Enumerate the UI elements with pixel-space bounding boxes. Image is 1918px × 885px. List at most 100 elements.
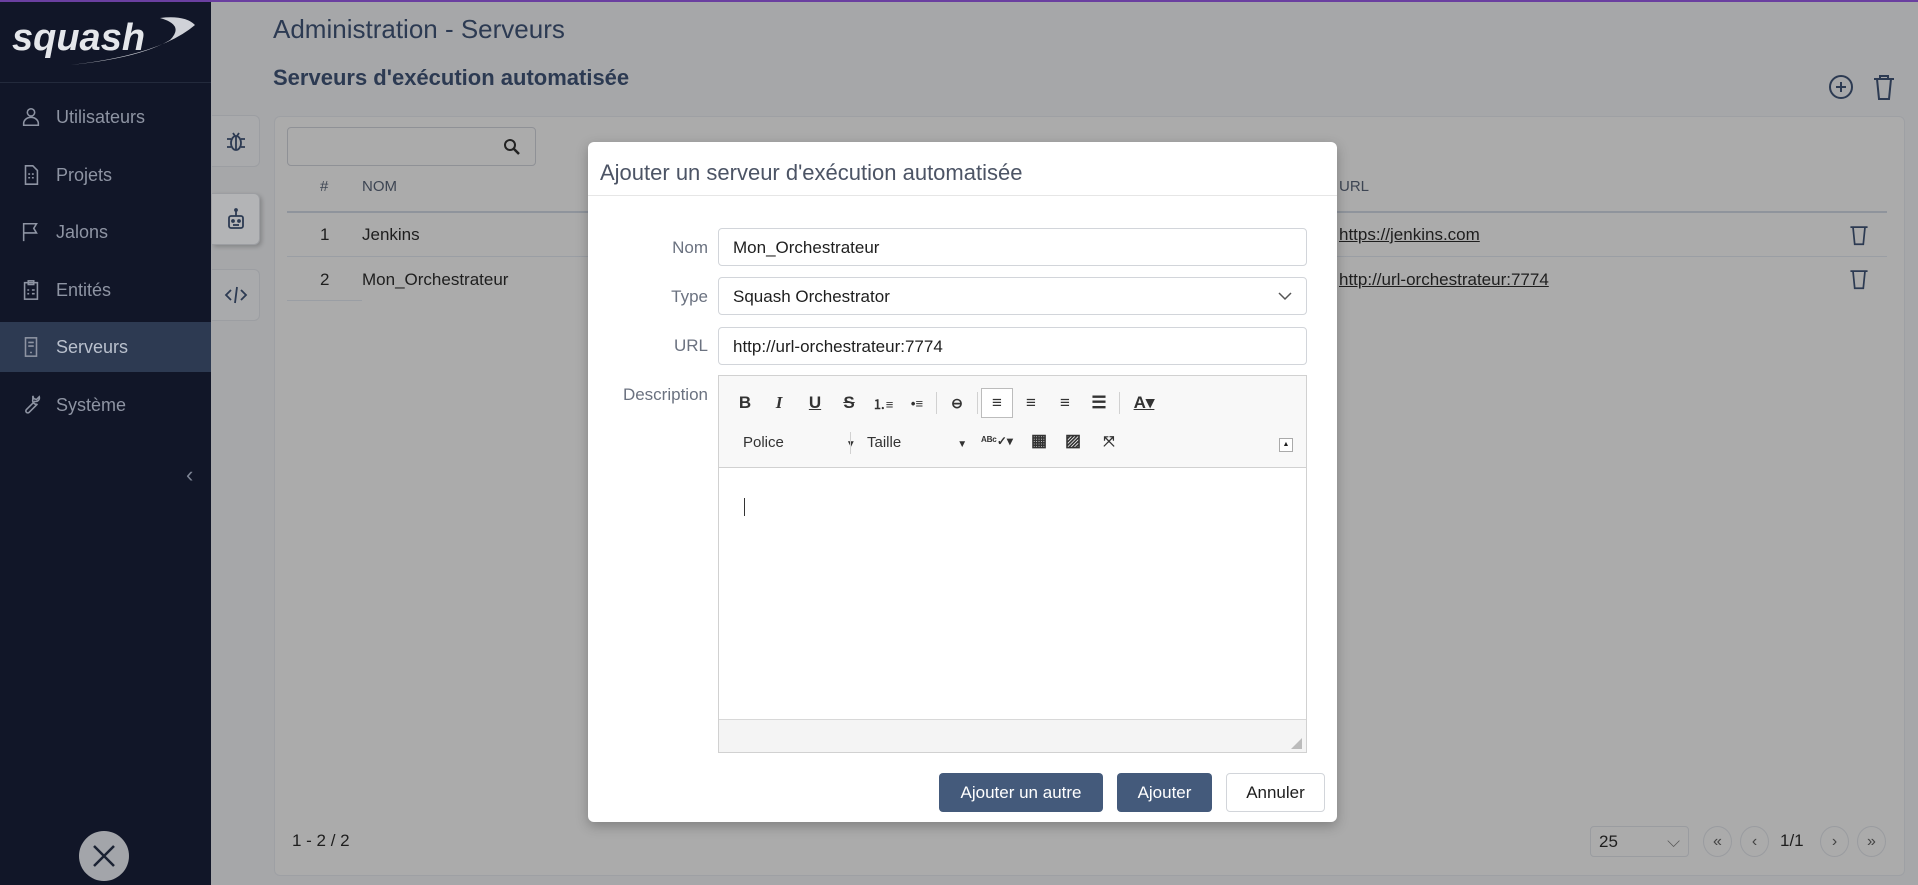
- previous-page-button[interactable]: ‹: [1740, 826, 1769, 857]
- tab-scm-servers[interactable]: [212, 269, 260, 321]
- toolbar-separator: [1119, 392, 1120, 414]
- first-page-button[interactable]: «: [1703, 826, 1732, 857]
- justify-icon[interactable]: ☰: [1083, 388, 1115, 418]
- nav-label: Entités: [56, 279, 112, 300]
- font-label: Police: [743, 434, 784, 451]
- document-icon: [24, 165, 39, 185]
- link-icon[interactable]: ⊖: [941, 388, 973, 418]
- type-select[interactable]: Squash Orchestrator: [718, 277, 1307, 315]
- size-label: Taille: [867, 434, 902, 451]
- close-icon: [93, 845, 115, 867]
- robot-icon: [227, 208, 244, 229]
- search-icon: [504, 139, 520, 155]
- table-icon[interactable]: ▦: [1023, 426, 1055, 456]
- page-size-value: 25: [1599, 832, 1618, 851]
- maximize-icon[interactable]: ⤧: [1093, 426, 1125, 456]
- url-label: URL: [673, 336, 708, 355]
- image-icon[interactable]: ▨: [1057, 426, 1089, 456]
- sidebar-item-systeme[interactable]: Système: [0, 380, 211, 430]
- row-name: Mon_Orchestrateur: [362, 270, 509, 289]
- add-another-button[interactable]: Ajouter un autre: [939, 773, 1103, 812]
- delete-row-trash-icon[interactable]: [1847, 266, 1871, 290]
- squash-logo: squash: [12, 17, 195, 65]
- add-server-plus-icon[interactable]: [1827, 73, 1855, 101]
- resize-handle-icon[interactable]: [1291, 738, 1302, 749]
- font-dropdown[interactable]: Police▼: [743, 434, 856, 451]
- wrench-icon: [25, 395, 41, 414]
- nav-label: Jalons: [56, 221, 109, 242]
- result-count: 1 - 2 / 2: [292, 831, 350, 850]
- clipboard-icon: [23, 280, 39, 300]
- row-url-link[interactable]: https://jenkins.com: [1339, 225, 1480, 245]
- page-size-select[interactable]: 25 ⌵: [1590, 826, 1689, 857]
- align-center-icon[interactable]: ≡: [1015, 388, 1047, 418]
- page-title: Administration - Serveurs: [273, 14, 565, 44]
- spellcheck-icon[interactable]: ᴬᴮᶜ✓▾: [977, 426, 1017, 456]
- code-icon: [224, 286, 247, 304]
- cancel-button[interactable]: Annuler: [1226, 773, 1325, 812]
- underline-icon[interactable]: U: [799, 388, 831, 418]
- next-page-button[interactable]: ›: [1820, 826, 1849, 857]
- last-page-button[interactable]: »: [1857, 826, 1886, 857]
- dialog-title: Ajouter un serveur d'exécution automatis…: [600, 160, 1023, 185]
- nav-label: Utilisateurs: [56, 106, 146, 127]
- italic-icon[interactable]: I: [763, 388, 795, 418]
- sidebar-item-jalons[interactable]: Jalons: [0, 207, 211, 257]
- toolbar-separator: [936, 392, 937, 414]
- text-color-icon[interactable]: A▾: [1124, 388, 1164, 418]
- nav-label: Serveurs: [56, 336, 129, 357]
- page-indicator: 1/1: [1780, 831, 1804, 850]
- row-name: Jenkins: [362, 225, 420, 244]
- flag-icon: [22, 222, 38, 242]
- column-header-name[interactable]: NOM: [362, 178, 397, 195]
- add-server-dialog: Ajouter un serveur d'exécution automatis…: [588, 142, 1337, 822]
- size-dropdown[interactable]: Taille ▼: [867, 434, 967, 451]
- sidebar-item-entites[interactable]: Entités: [0, 265, 211, 315]
- dropdown-arrow-icon: ▼: [957, 439, 968, 450]
- close-button[interactable]: [79, 831, 129, 881]
- column-header-index: #: [320, 178, 329, 195]
- divider: [588, 195, 1337, 196]
- column-header-url[interactable]: URL: [1339, 178, 1369, 195]
- sidebar-item-serveurs[interactable]: Serveurs: [0, 322, 211, 372]
- search-input[interactable]: [287, 127, 536, 166]
- bullet-list-icon[interactable]: •≡: [901, 388, 933, 418]
- server-icon: [24, 337, 38, 357]
- toolbar-separator: [977, 392, 978, 414]
- toolbar-separator: [850, 432, 851, 454]
- row-url-link[interactable]: http://url-orchestrateur:7774: [1339, 270, 1549, 290]
- chevron-down-icon: ⌵: [1667, 832, 1680, 851]
- tab-bugtrackers[interactable]: [212, 115, 260, 167]
- align-left-icon[interactable]: ≡: [981, 388, 1013, 418]
- collapse-toolbar-icon[interactable]: ▲: [1279, 438, 1293, 452]
- name-input[interactable]: Mon_Orchestrateur: [718, 228, 1307, 266]
- url-input[interactable]: http://url-orchestrateur:7774: [718, 327, 1307, 365]
- nav-label: Système: [56, 394, 127, 415]
- text-caret: [744, 498, 745, 516]
- nav-label: Projets: [56, 164, 113, 185]
- row-divider: [287, 300, 362, 301]
- collapse-sidebar-chevron-icon[interactable]: ‹: [186, 462, 193, 488]
- editor-status-bar: [719, 719, 1306, 752]
- description-rich-text-editor[interactable]: B I U S ⒈≡ •≡ ⊖ ≡ ≡ ≡ ☰ A▾ Police▼ Taill…: [718, 375, 1307, 753]
- tab-automation-servers[interactable]: [212, 193, 260, 245]
- align-right-icon[interactable]: ≡: [1049, 388, 1081, 418]
- name-label: Nom: [672, 238, 708, 257]
- sidebar-item-utilisateurs[interactable]: Utilisateurs: [0, 92, 211, 142]
- editor-toolbar: B I U S ⒈≡ •≡ ⊖ ≡ ≡ ≡ ☰ A▾ Police▼ Taill…: [719, 376, 1306, 468]
- delete-row-trash-icon[interactable]: [1847, 222, 1871, 246]
- section-title: Serveurs d'exécution automatisée: [273, 65, 630, 90]
- sidebar-item-projets[interactable]: Projets: [0, 150, 211, 200]
- bold-icon[interactable]: B: [729, 388, 761, 418]
- add-button[interactable]: Ajouter: [1117, 773, 1212, 812]
- user-icon: [22, 107, 40, 127]
- strikethrough-icon[interactable]: S: [833, 388, 865, 418]
- sidebar: squash Utilisateurs Projets Jalons Entit…: [0, 2, 211, 885]
- type-label: Type: [671, 287, 708, 306]
- delete-trash-icon[interactable]: [1870, 73, 1898, 101]
- bug-icon: [226, 132, 245, 151]
- chevron-down-icon: [1278, 292, 1292, 301]
- row-index: 1: [320, 225, 330, 244]
- numbered-list-icon[interactable]: ⒈≡: [867, 388, 899, 418]
- top-accent-line: [0, 0, 1918, 2]
